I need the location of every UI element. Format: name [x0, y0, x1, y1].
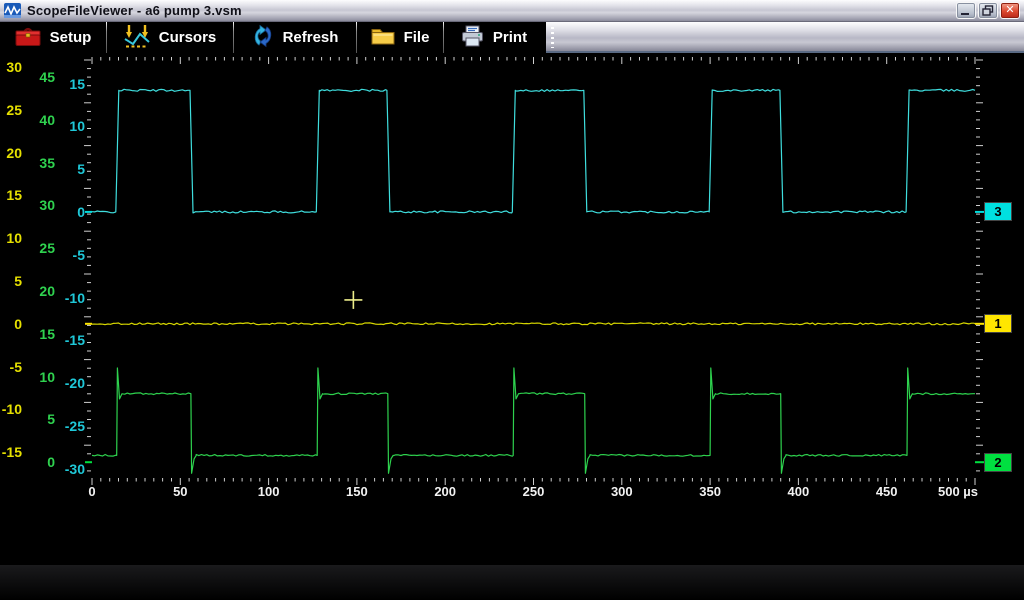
crosshair-cursor[interactable] [344, 291, 362, 309]
channel-2-trace [92, 368, 975, 473]
y-axis-label-ch3: 5 [43, 161, 85, 177]
ruler-ticks [84, 57, 983, 485]
y-axis-label-ch3: -5 [43, 247, 85, 263]
y-axis-label-ch3: -10 [43, 290, 85, 306]
channel-3-trace [92, 89, 975, 213]
y-axis-label-ch3: 10 [43, 118, 85, 134]
y-axis-label-ch3: -20 [43, 375, 85, 391]
title-bar: ScopeFileViewer - a6 pump 3.vsm ✕ [0, 0, 1024, 22]
channel-3-marker[interactable]: 3 [984, 202, 1012, 221]
window-title: ScopeFileViewer - a6 pump 3.vsm [27, 3, 242, 18]
toolbar: Setup Cursors [0, 22, 1024, 53]
x-axis-label: 50 [145, 484, 215, 499]
minimize-button[interactable] [956, 2, 976, 19]
folder-icon [371, 26, 395, 50]
refresh-button[interactable]: Refresh [234, 22, 356, 53]
x-axis-label: 300 [587, 484, 657, 499]
printer-icon [461, 25, 484, 51]
scope-plot-area[interactable]: 302520151050-5-10-1545403530252015105015… [0, 55, 1024, 505]
file-button[interactable]: File [357, 22, 443, 53]
toolbar-grip [551, 27, 554, 48]
x-axis-label: 450 [852, 484, 922, 499]
refresh-label: Refresh [283, 29, 339, 46]
close-button[interactable]: ✕ [1000, 2, 1020, 19]
x-axis-label: 100 [234, 484, 304, 499]
x-axis-label: 350 [675, 484, 745, 499]
channel-1-marker[interactable]: 1 [984, 314, 1012, 333]
y-axis-label-ch3: -25 [43, 418, 85, 434]
file-label: File [404, 29, 430, 46]
x-axis-label: 400 [763, 484, 833, 499]
y-axis-label-ch3: -30 [43, 461, 85, 477]
playback-control-bar: 00:00:095 [0, 505, 1024, 565]
restore-button[interactable] [978, 2, 998, 19]
x-axis-label: 0 [57, 484, 127, 499]
print-button[interactable]: Print [444, 22, 544, 53]
y-axis-label-ch3: 0 [43, 204, 85, 220]
x-axis-label: 500 µs [923, 484, 993, 499]
channel-1-trace [92, 323, 975, 325]
app-waveform-icon [4, 3, 21, 23]
y-axis-label-ch3: 15 [43, 76, 85, 92]
cursors-icon [124, 24, 150, 52]
channel-2-marker[interactable]: 2 [984, 453, 1012, 472]
toolbar-buttons: Setup Cursors [0, 22, 546, 53]
x-axis-label: 150 [322, 484, 392, 499]
x-axis-label: 250 [499, 484, 569, 499]
status-bar: No Active Vehicle [0, 565, 1024, 600]
scope-file-viewer-window: ScopeFileViewer - a6 pump 3.vsm ✕ [0, 0, 1024, 600]
print-label: Print [493, 29, 527, 46]
y-axis-label-ch3: -15 [43, 332, 85, 348]
refresh-icon [252, 24, 274, 52]
cursors-label: Cursors [159, 29, 217, 46]
x-axis-label: 200 [410, 484, 480, 499]
setup-label: Setup [50, 29, 92, 46]
toolbox-icon [15, 25, 41, 51]
waveform-canvas [0, 55, 1024, 505]
setup-button[interactable]: Setup [0, 22, 106, 53]
cursors-button[interactable]: Cursors [107, 22, 233, 53]
